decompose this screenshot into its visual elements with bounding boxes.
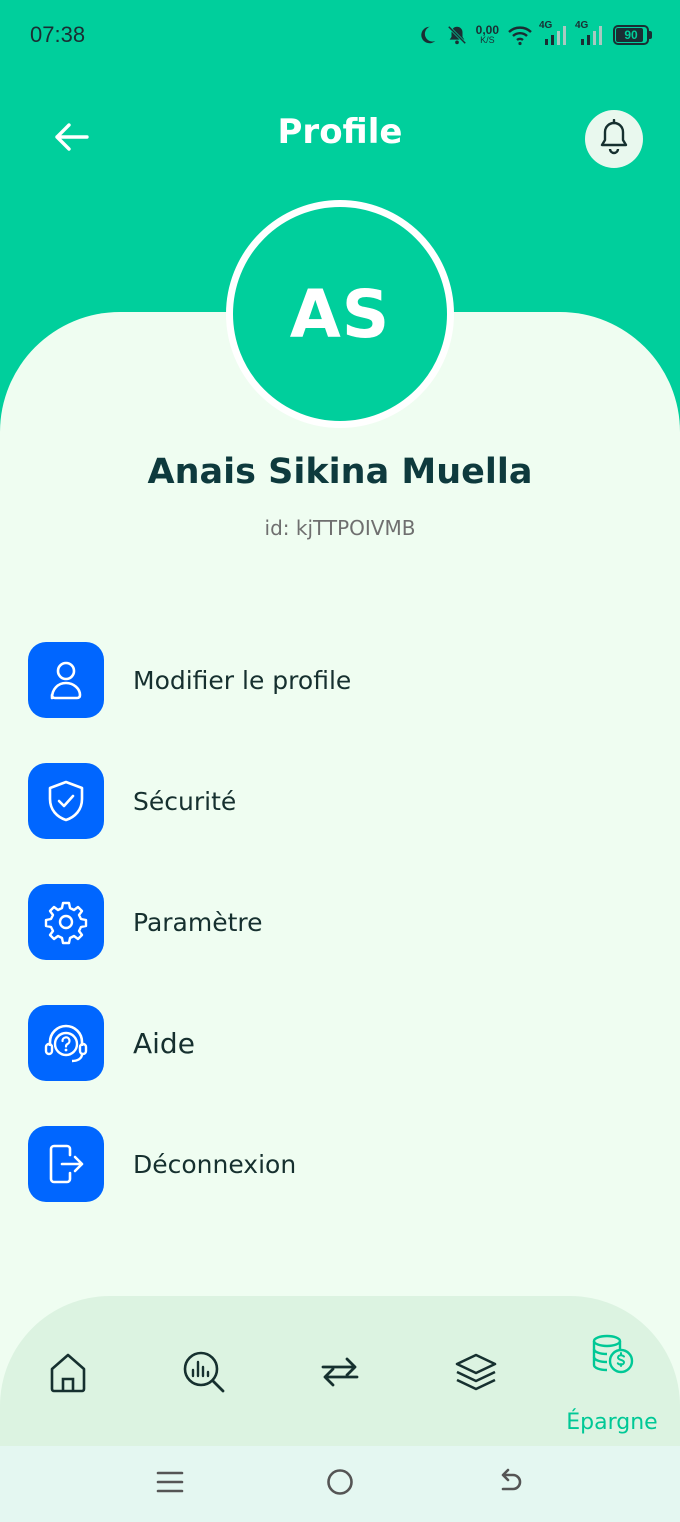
support-icon xyxy=(28,1005,104,1081)
header: Profile xyxy=(0,90,680,180)
transfer-icon xyxy=(317,1354,363,1394)
bell-icon xyxy=(597,118,631,159)
nav-layers[interactable] xyxy=(446,1344,506,1404)
nav-transfer[interactable] xyxy=(310,1344,370,1404)
nav-analytics[interactable] xyxy=(174,1344,234,1404)
status-bar: 07:38 0,00 K/S 4G 4G 90 xyxy=(0,0,680,70)
signal-icon: 4G xyxy=(575,20,605,46)
savings-icon xyxy=(589,1333,635,1379)
menu-label: Paramètre xyxy=(133,907,263,937)
menu-label: Sécurité xyxy=(133,786,237,816)
layers-icon xyxy=(453,1351,499,1397)
menu-label: Modifier le profile xyxy=(133,665,352,695)
avatar-initials: AS xyxy=(289,275,391,353)
sim2-label: 4G xyxy=(575,20,589,31)
bottom-nav: Épargne xyxy=(0,1296,680,1446)
menu-item-edit-profile[interactable]: Modifier le profile xyxy=(28,642,648,718)
shield-check-icon xyxy=(28,763,104,839)
avatar: AS xyxy=(226,200,454,428)
status-time: 07:38 xyxy=(30,22,86,47)
menu-icon xyxy=(156,1469,184,1499)
nav-savings-label[interactable]: Épargne xyxy=(548,1410,676,1435)
status-icons: 0,00 K/S 4G 4G 90 xyxy=(416,20,652,50)
net-speed-unit: K/S xyxy=(480,35,495,45)
user-name: Anais Sikina Muella xyxy=(147,452,533,492)
analytics-search-icon xyxy=(181,1349,227,1399)
system-back-button[interactable] xyxy=(488,1462,532,1506)
sim1-label: 4G xyxy=(539,20,553,31)
back-icon xyxy=(495,1467,525,1501)
system-nav-bar xyxy=(0,1446,680,1522)
notification-button[interactable] xyxy=(585,110,643,168)
nav-home[interactable] xyxy=(38,1344,98,1404)
wifi-icon xyxy=(507,24,533,46)
logout-icon xyxy=(28,1126,104,1202)
menu-item-help[interactable]: Aide xyxy=(28,1005,648,1081)
battery-level: 90 xyxy=(624,28,638,42)
bell-muted-icon xyxy=(446,24,468,46)
system-menu-button[interactable] xyxy=(148,1462,192,1506)
net-speed: 0,00 K/S xyxy=(475,23,499,45)
menu-item-settings[interactable]: Paramètre xyxy=(28,884,648,960)
system-home-button[interactable] xyxy=(318,1462,362,1506)
net-speed-value: 0,00 xyxy=(475,23,499,37)
page-title: Profile xyxy=(277,112,403,152)
user-id: id: kjTTPOIVMB xyxy=(264,516,416,540)
home-icon xyxy=(48,1351,88,1397)
moon-icon xyxy=(416,24,438,46)
gear-icon xyxy=(28,884,104,960)
battery-icon: 90 xyxy=(613,25,652,45)
signal-icon: 4G xyxy=(539,20,569,46)
home-circle-icon xyxy=(325,1467,355,1501)
menu-item-security[interactable]: Sécurité xyxy=(28,763,648,839)
nav-savings[interactable] xyxy=(582,1326,642,1386)
menu-label: Aide xyxy=(133,1026,195,1060)
menu-item-logout[interactable]: Déconnexion xyxy=(28,1126,648,1202)
menu-label: Déconnexion xyxy=(133,1149,297,1179)
user-icon xyxy=(28,642,104,718)
